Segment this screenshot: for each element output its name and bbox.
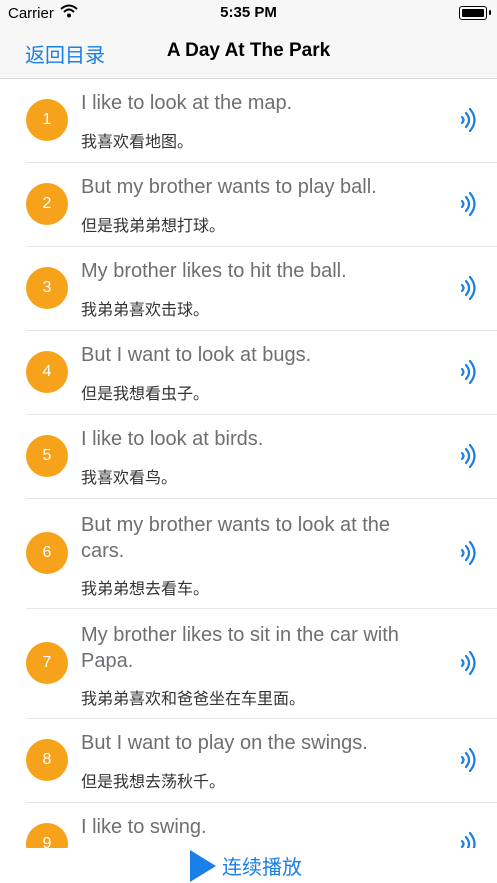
english-sentence: I like to swing. bbox=[81, 816, 207, 838]
english-sentence: My brother likes to sit in the car with … bbox=[81, 624, 399, 672]
sentence-row[interactable]: 2 But my brother wants to play ball. 但是我… bbox=[26, 163, 497, 247]
sentence-row[interactable]: 4 But I want to look at bugs. 但是我想看虫子。 bbox=[26, 331, 497, 415]
bottom-toolbar: 连续播放 bbox=[0, 848, 497, 883]
navigation-bar: 返回目录 A Day At The Park bbox=[0, 28, 497, 79]
chinese-translation: 我喜欢看地图。 bbox=[81, 132, 194, 151]
sentence-list[interactable]: 1 I like to look at the map. 我喜欢看地图。 2 B… bbox=[0, 79, 497, 848]
sentence-number-badge: 2 bbox=[26, 183, 68, 225]
clock-label: 5:35 PM bbox=[220, 4, 277, 21]
speaker-icon[interactable] bbox=[455, 444, 477, 468]
english-sentence: But my brother wants to look at the cars… bbox=[81, 514, 391, 562]
sentence-number-badge: 5 bbox=[26, 435, 68, 477]
speaker-icon[interactable] bbox=[455, 276, 477, 300]
english-sentence: But I want to look at bugs. bbox=[81, 344, 312, 366]
chinese-translation: 但是我想看虫子。 bbox=[81, 384, 210, 403]
speaker-icon[interactable] bbox=[455, 651, 477, 675]
sentence-row[interactable]: 8 But I want to play on the swings. 但是我想… bbox=[26, 719, 497, 803]
speaker-icon[interactable] bbox=[455, 360, 477, 384]
english-sentence: I like to look at the map. bbox=[81, 92, 293, 114]
speaker-icon[interactable] bbox=[455, 541, 477, 565]
sentence-number-badge: 3 bbox=[26, 267, 68, 309]
speaker-icon[interactable] bbox=[455, 748, 477, 772]
english-sentence: But my brother wants to play ball. bbox=[81, 176, 377, 198]
sentence-number-badge: 1 bbox=[26, 99, 68, 141]
sentence-number-badge: 8 bbox=[26, 739, 68, 781]
page-title: A Day At The Park bbox=[166, 40, 331, 61]
chinese-translation: 我弟弟喜欢和爸爸坐在车里面。 bbox=[81, 689, 306, 708]
battery-tip bbox=[489, 10, 491, 15]
sentence-number-badge: 7 bbox=[26, 642, 68, 684]
sentence-row[interactable]: 7 My brother likes to sit in the car wit… bbox=[26, 609, 497, 719]
play-all-button[interactable]: 连续播放 bbox=[188, 848, 302, 883]
battery-icon bbox=[459, 6, 487, 20]
speaker-icon[interactable] bbox=[455, 108, 477, 132]
sentence-row[interactable]: 6 But my brother wants to look at the ca… bbox=[26, 499, 497, 609]
chinese-translation: 我弟弟想去看车。 bbox=[81, 579, 210, 598]
play-all-label: 连续播放 bbox=[222, 855, 302, 879]
sentence-number-badge: 9 bbox=[26, 823, 68, 848]
chinese-translation: 我弟弟喜欢击球。 bbox=[81, 300, 210, 319]
sentence-number-badge: 6 bbox=[26, 532, 68, 574]
speaker-icon[interactable] bbox=[455, 192, 477, 216]
chinese-translation: 但是我弟弟想打球。 bbox=[81, 216, 226, 235]
sentence-row[interactable]: 3 My brother likes to hit the ball. 我弟弟喜… bbox=[26, 247, 497, 331]
english-sentence: But I want to play on the swings. bbox=[81, 732, 368, 754]
speaker-icon[interactable] bbox=[455, 832, 477, 848]
status-bar: Carrier 5:35 PM bbox=[0, 0, 497, 28]
english-sentence: I like to look at birds. bbox=[81, 428, 264, 450]
sentence-row[interactable]: 9 I like to swing. bbox=[26, 803, 497, 848]
sentence-number-badge: 4 bbox=[26, 351, 68, 393]
sentence-row[interactable]: 1 I like to look at the map. 我喜欢看地图。 bbox=[26, 79, 497, 163]
sentence-row[interactable]: 5 I like to look at birds. 我喜欢看鸟。 bbox=[26, 415, 497, 499]
chinese-translation: 但是我想去荡秋千。 bbox=[81, 772, 226, 791]
play-icon bbox=[190, 849, 216, 882]
english-sentence: My brother likes to hit the ball. bbox=[81, 260, 347, 282]
chinese-translation: 我喜欢看鸟。 bbox=[81, 468, 178, 487]
